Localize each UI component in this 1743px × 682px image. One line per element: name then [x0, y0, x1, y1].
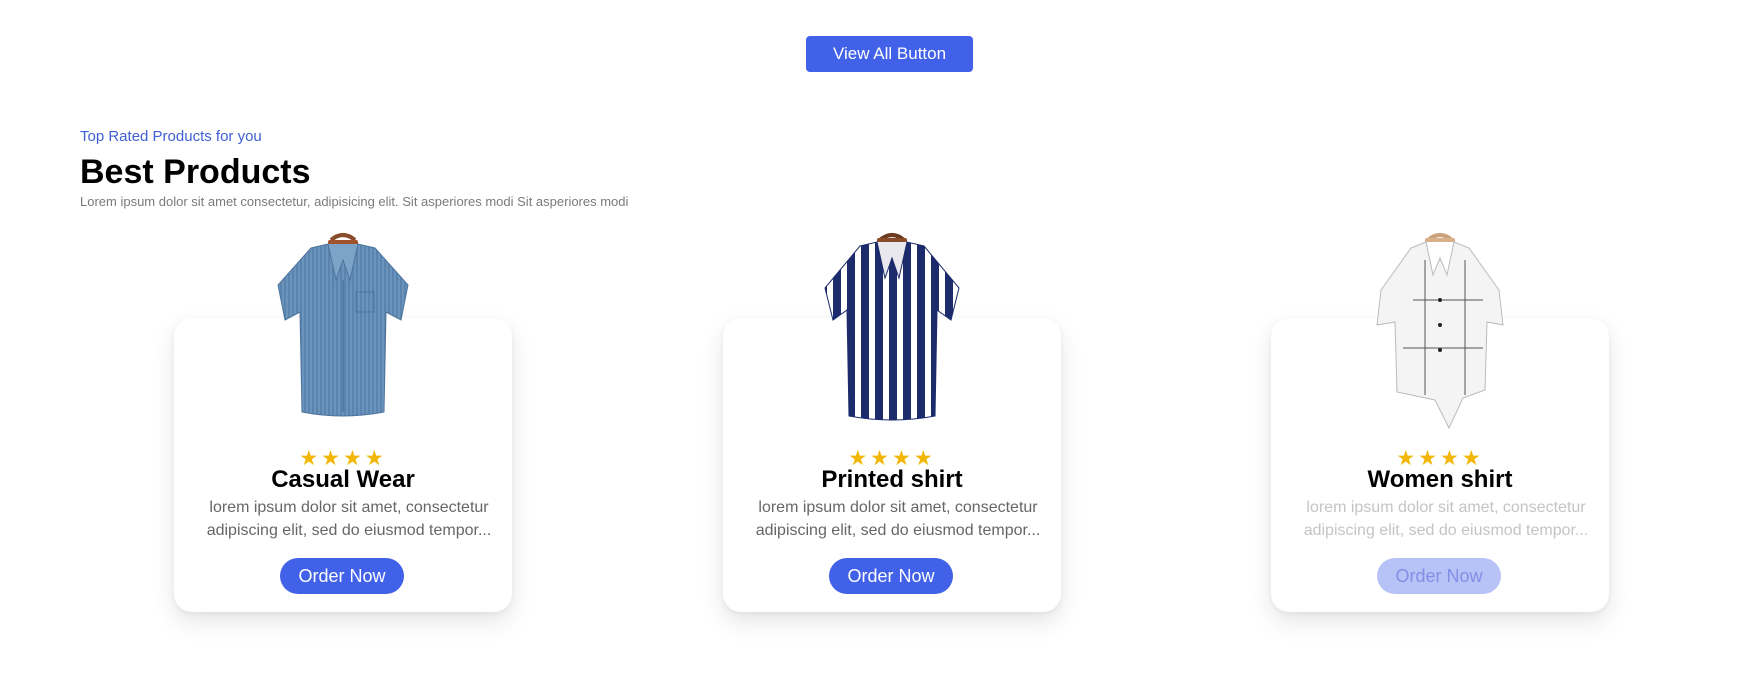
section-header: Top Rated Products for you Best Products…: [80, 128, 628, 210]
product-name: Casual Wear: [271, 466, 415, 493]
section-title: Best Products: [80, 153, 311, 191]
view-all-button[interactable]: View All Button: [806, 36, 973, 72]
product-name: Printed shirt: [821, 466, 963, 493]
product-card-women-shirt: ★★★★ Women shirt lorem ipsum dolor sit a…: [1271, 233, 1609, 612]
product-description: lorem ipsum dolor sit amet, consectetur …: [1303, 499, 1589, 539]
section-description: Lorem ipsum dolor sit amet consectetur, …: [80, 194, 629, 209]
section-subtitle: Top Rated Products for you: [80, 128, 262, 145]
order-now-button[interactable]: Order Now: [1377, 558, 1501, 594]
product-card-printed-shirt: ★★★★ Printed shirt lorem ipsum dolor sit…: [723, 233, 1061, 612]
striped-shirt-image: [824, 233, 960, 421]
product-description: lorem ipsum dolor sit amet, consectetur …: [206, 499, 492, 539]
white-shirt-image: [1376, 233, 1504, 430]
product-description: lorem ipsum dolor sit amet, consectetur …: [755, 499, 1041, 539]
product-card-casual-wear: ★★★★ Casual Wear lorem ipsum dolor sit a…: [174, 233, 512, 612]
order-now-button[interactable]: Order Now: [280, 558, 404, 594]
order-now-button[interactable]: Order Now: [829, 558, 953, 594]
blue-shirt-image: [277, 233, 409, 417]
product-name: Women shirt: [1367, 466, 1513, 493]
